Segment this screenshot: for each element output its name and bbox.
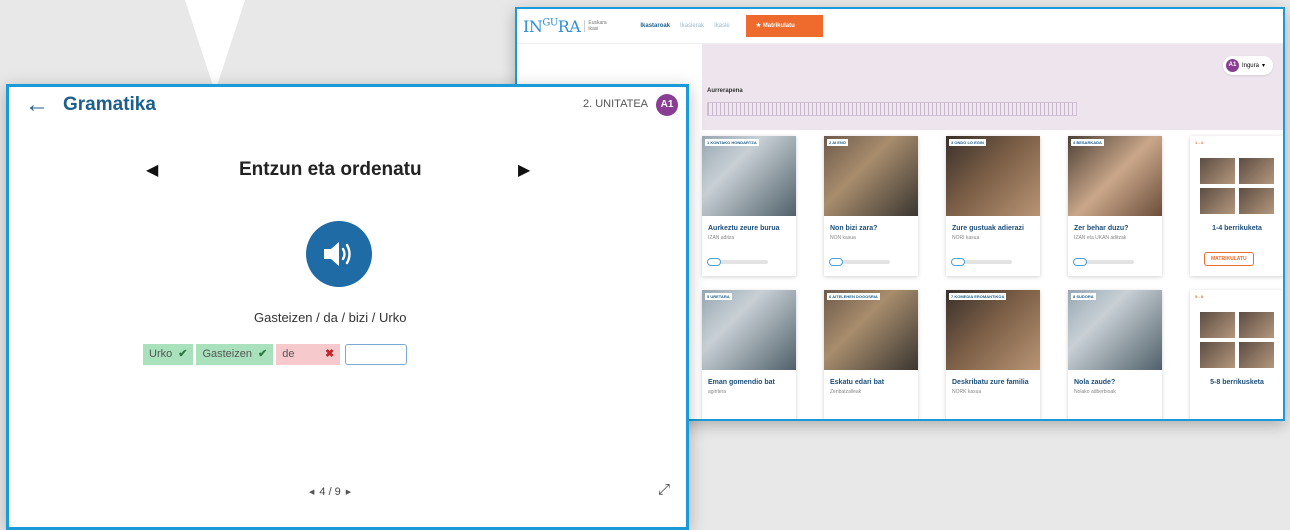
unit-image: 6 AITELEHEN DOGOSRIA: [824, 290, 918, 370]
pager: ◀ 4 / 9 ▶: [309, 486, 351, 498]
scrambled-prompt: Gasteizen / da / bizi / Urko: [254, 310, 407, 325]
unit-title: Eman gomendio bat: [708, 379, 775, 386]
unit-title: Deskribatu zure familia: [952, 379, 1029, 386]
unit-label: 2. UNITATEA: [583, 98, 648, 110]
unit-title: Zure gustuak adierazi: [952, 225, 1024, 232]
prev-triangle-icon[interactable]: ◀: [146, 160, 158, 180]
next-triangle-icon[interactable]: ▶: [518, 160, 530, 180]
unit-card-4[interactable]: 4 BESARKADA Zer behar duzu? IZAN eta UKA…: [1068, 136, 1162, 276]
unit-image: 3 ONDO LO EGIN: [946, 136, 1040, 216]
unit-subtitle: IZAN eta UKAN aditzak: [1074, 235, 1127, 241]
unit-card-6[interactable]: 6 AITELEHEN DOGOSRIA Eskatu edari bat Ze…: [824, 290, 918, 419]
unit-subtitle: NORK kasua: [952, 389, 982, 395]
top-nav: Ikastaroak Ikaslerak Ikasle: [640, 23, 729, 29]
unit-image: 5 URETARA: [702, 290, 796, 370]
play-audio-button[interactable]: [306, 221, 372, 287]
check-icon: ✔: [257, 348, 268, 360]
review-card-1[interactable]: 1 - 4 1-4 berrikuketa MATRIKULATU: [1190, 136, 1283, 276]
answer-chip-wrong[interactable]: de ✖: [276, 344, 341, 365]
unit-title: Nola zaude?: [1074, 379, 1116, 386]
review-card-2[interactable]: 5 - 8 5-8 berrikusketa: [1190, 290, 1283, 419]
progress-bar: [707, 102, 1077, 116]
page-title: Gramatika: [63, 94, 156, 115]
unit-cards: 1 KONTAKO HONDARTZA Aurkeztu zeure burua…: [702, 136, 1283, 419]
review-title: 5-8 berrikusketa: [1210, 379, 1264, 386]
answer-chip-correct[interactable]: Urko ✔: [143, 344, 194, 365]
chevron-down-icon: ▾: [1261, 63, 1265, 69]
review-mosaic: [1190, 290, 1283, 372]
grammar-exercise-window: ← Gramatika 2. UNITATEA A1 ◀ Entzun eta …: [6, 84, 689, 530]
enroll-small-button[interactable]: MATRIKULATU: [1204, 252, 1254, 266]
user-name: Ingura: [1241, 62, 1259, 69]
pointer-triangle: [185, 0, 245, 92]
unit-subtitle: NON kasua: [830, 235, 856, 241]
unit-card-8[interactable]: 8 SUDORA Nola zaude? Nolako adberbioak: [1068, 290, 1162, 419]
exercise-title: Entzun eta ordenatu: [239, 159, 422, 180]
check-icon: ✔: [178, 348, 188, 360]
unit-card-5[interactable]: 5 URETARA Eman gomendio bat agintera: [702, 290, 796, 419]
nav-item-2[interactable]: Ikaslerak: [680, 23, 704, 29]
unit-image: 8 SUDORA: [1068, 290, 1162, 370]
review-title: 1-4 berrikuketa: [1212, 225, 1262, 232]
unit-image: 2 AI ENO: [824, 136, 918, 216]
pager-label: 4 / 9: [319, 486, 341, 498]
logo-subtitle: Euskara ikasi: [584, 20, 607, 32]
speaker-icon: [324, 242, 351, 266]
unit-subtitle: NORI kasua: [952, 235, 980, 241]
unit-title: Non bizi zara?: [830, 225, 878, 232]
unit-subtitle: IZAN aditza: [708, 235, 735, 241]
answer-input[interactable]: [345, 344, 408, 365]
expand-icon[interactable]: ⤢: [658, 481, 670, 498]
unit-progress: [829, 258, 890, 266]
unit-card-2[interactable]: 2 AI ENO Non bizi zara? NON kasua: [824, 136, 918, 276]
user-level-badge: A1: [1225, 59, 1239, 72]
enroll-button[interactable]: ★ Matrikulatu: [745, 15, 823, 37]
unit-progress: [1073, 258, 1134, 266]
review-mosaic: [1190, 136, 1283, 218]
unit-title: Aurkeztu zeure burua: [708, 225, 780, 232]
progress-label: Aurrerapena: [707, 88, 743, 94]
unit-title: Eskatu edari bat: [830, 379, 885, 386]
unit-subtitle: Zenbatzaileak: [830, 389, 862, 395]
unit-card-7[interactable]: 7 KOMEDIA EROMANTIKOA Deskribatu zure fa…: [946, 290, 1040, 419]
unit-subtitle: Nolako adberbioak: [1074, 389, 1116, 395]
cross-icon: ✖: [324, 348, 335, 360]
unit-title: Zer behar duzu?: [1074, 225, 1129, 232]
grammar-header: ← Gramatika 2. UNITATEA A1: [9, 87, 686, 123]
unit-image: 4 BESARKADA: [1068, 136, 1162, 216]
pager-prev-icon[interactable]: ◀: [309, 488, 314, 496]
unit-card-1[interactable]: 1 KONTAKO HONDARTZA Aurkeztu zeure burua…: [702, 136, 796, 276]
pager-next-icon[interactable]: ▶: [346, 488, 351, 496]
answer-chip-correct[interactable]: Gasteizen ✔: [196, 344, 274, 365]
nav-item-courses[interactable]: Ikastaroak: [640, 23, 670, 29]
user-menu[interactable]: A1 Ingura ▾: [1222, 56, 1273, 75]
dashboard-topbar: INGURA Euskara ikasi Ikastaroak Ikaslera…: [517, 9, 1283, 44]
answer-row: Urko ✔ Gasteizen ✔ de ✖: [143, 344, 408, 365]
progress-panel: [702, 44, 1283, 130]
unit-image: 7 KOMEDIA EROMANTIKOA: [946, 290, 1040, 370]
level-badge: A1: [656, 94, 678, 116]
unit-progress: [707, 258, 768, 266]
nav-item-3[interactable]: Ikasle: [714, 23, 730, 29]
unit-subtitle: agintera: [708, 389, 727, 395]
unit-image: 1 KONTAKO HONDARTZA: [702, 136, 796, 216]
unit-progress: [951, 258, 1012, 266]
ingura-logo[interactable]: INGURA: [517, 17, 581, 36]
back-arrow-icon[interactable]: ←: [25, 91, 49, 119]
unit-card-3[interactable]: 3 ONDO LO EGIN Zure gustuak adierazi NOR…: [946, 136, 1040, 276]
dashboard-main: A1 Ingura ▾ Aurrerapena 1 KONTAKO HONDAR…: [677, 44, 1283, 419]
